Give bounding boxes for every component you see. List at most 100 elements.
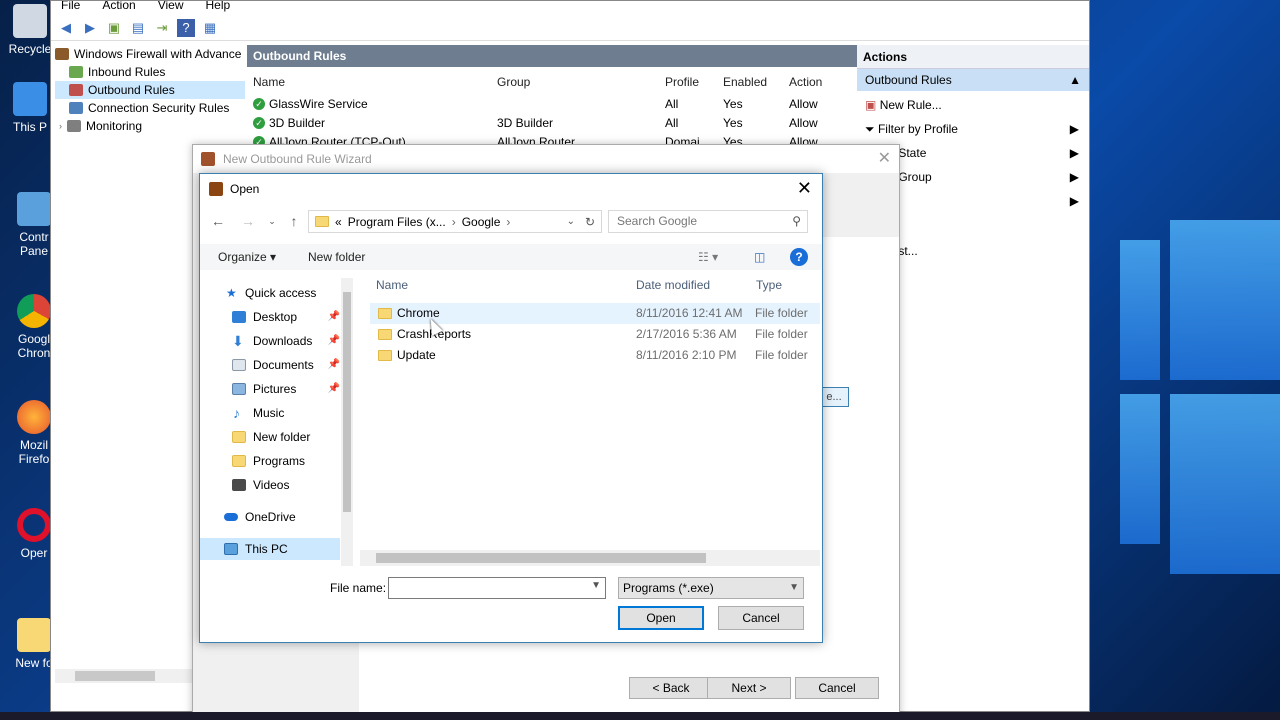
firewall-icon xyxy=(55,48,69,60)
table-row[interactable]: ✓ 3D Builder 3D Builder All Yes Allow xyxy=(247,113,851,132)
nav-item-documents[interactable]: Documents 📌 xyxy=(200,354,340,376)
column-name[interactable]: Name xyxy=(247,71,497,93)
back-arrow-icon[interactable]: ← xyxy=(210,213,226,229)
up-arrow-icon[interactable]: ↑ xyxy=(286,213,302,229)
wizard-title-bar: New Outbound Rule Wizard ✕ xyxy=(193,145,899,173)
list-item[interactable]: Update 8/11/2016 2:10 PM File folder xyxy=(370,345,820,366)
pin-icon: 📌 xyxy=(327,383,340,394)
address-bar[interactable]: « Program Files (x... › Google › ⌄ ↻ xyxy=(308,210,602,233)
chevron-right-icon: › xyxy=(506,214,511,229)
address-dropdown-icon[interactable]: ⌄ xyxy=(567,216,575,227)
breadcrumb-segment[interactable]: Google xyxy=(462,215,501,229)
menu-file[interactable]: File xyxy=(61,1,80,13)
actions-section-outbound[interactable]: Outbound Rules ▲ xyxy=(857,69,1089,91)
nav-item-videos[interactable]: Videos xyxy=(200,474,340,496)
folder-icon xyxy=(378,329,392,340)
export-icon[interactable]: ⇥ xyxy=(153,19,171,37)
menu-view[interactable]: View xyxy=(158,1,184,13)
folder-icon xyxy=(378,350,392,361)
outbound-rules-icon xyxy=(69,84,83,96)
forward-arrow-icon[interactable]: ▶ xyxy=(81,19,99,37)
properties-icon[interactable]: ▦ xyxy=(201,19,219,37)
collapse-arrow-icon[interactable]: ▲ xyxy=(1069,69,1081,91)
column-profile[interactable]: Profile xyxy=(665,71,723,93)
nav-vertical-scrollbar[interactable] xyxy=(341,278,353,566)
menu-help[interactable]: Help xyxy=(206,1,231,13)
enabled-check-icon: ✓ xyxy=(253,116,265,129)
connection-security-icon xyxy=(69,102,83,114)
recycle-bin-icon xyxy=(13,4,47,38)
column-enabled[interactable]: Enabled xyxy=(723,71,789,93)
nav-item-programs[interactable]: Programs xyxy=(200,450,340,472)
filter-icon: ⏷ xyxy=(865,122,875,136)
open-button[interactable]: Open xyxy=(618,606,704,630)
file-type-select[interactable]: Programs (*.exe) ▼ xyxy=(618,577,804,599)
file-name-input[interactable]: ▼ xyxy=(388,577,606,599)
nav-item-downloads[interactable]: ⬇ Downloads 📌 xyxy=(200,330,340,352)
back-arrow-icon[interactable]: ◀ xyxy=(57,19,75,37)
column-type[interactable]: Type xyxy=(756,274,782,296)
forward-arrow-icon[interactable]: → xyxy=(240,213,256,229)
action-new-rule[interactable]: ▣ New Rule... xyxy=(857,93,1089,117)
column-date-modified[interactable]: Date modified xyxy=(636,274,710,296)
nav-item-onedrive[interactable]: OneDrive xyxy=(200,506,340,528)
videos-icon xyxy=(232,479,246,491)
monitoring-icon xyxy=(67,120,81,132)
documents-icon xyxy=(232,359,246,371)
nav-item-quick-access[interactable]: ★ Quick access xyxy=(200,282,340,304)
menu-action[interactable]: Action xyxy=(102,1,135,13)
tree-item-inbound-rules[interactable]: Inbound Rules xyxy=(55,63,245,81)
column-group[interactable]: Group xyxy=(497,71,665,93)
pictures-icon xyxy=(232,383,246,395)
action-filter-by-profile[interactable]: ⏷ Filter by Profile ▶ xyxy=(857,117,1089,141)
recent-locations-chevron-icon[interactable]: ⌄ xyxy=(264,213,280,229)
open-dialog-title-bar: Open ✕ xyxy=(200,174,822,204)
chrome-icon xyxy=(17,294,51,328)
wizard-icon xyxy=(201,152,215,166)
folder-icon xyxy=(378,308,392,319)
browse-button[interactable]: e... xyxy=(819,387,849,407)
download-icon: ⬇ xyxy=(232,333,244,349)
nav-item-music[interactable]: ♪ Music xyxy=(200,402,340,424)
column-action[interactable]: Action xyxy=(789,71,849,93)
organize-button[interactable]: Organize ▾ xyxy=(218,244,276,270)
open-file-dialog: Open ✕ ← → ⌄ ↑ « Program Files (x... › G… xyxy=(199,173,823,643)
tree-item-outbound-rules[interactable]: Outbound Rules xyxy=(55,81,245,99)
up-folder-icon[interactable]: ▣ xyxy=(105,19,123,37)
help-icon[interactable]: ? xyxy=(177,18,195,37)
dialog-icon xyxy=(209,182,223,196)
new-folder-button[interactable]: New folder xyxy=(308,244,365,270)
control-panel-icon xyxy=(17,192,51,226)
taskbar xyxy=(0,712,1280,720)
expand-chevron-icon[interactable]: › xyxy=(59,121,62,131)
close-icon[interactable]: ✕ xyxy=(797,174,812,202)
nav-item-new-folder[interactable]: New folder xyxy=(200,426,340,448)
help-icon[interactable]: ? xyxy=(790,248,808,266)
wizard-cancel-button[interactable]: Cancel xyxy=(795,677,879,699)
chevron-down-icon[interactable]: ▼ xyxy=(591,580,601,591)
nav-item-desktop[interactable]: Desktop 📌 xyxy=(200,306,340,328)
view-options-icon[interactable]: ☷ ▾ xyxy=(698,244,718,270)
search-input[interactable]: Search Google ⚲ xyxy=(608,210,808,233)
back-button[interactable]: < Back xyxy=(629,677,713,699)
tree-root[interactable]: Windows Firewall with Advance xyxy=(55,45,245,63)
next-button[interactable]: Next > xyxy=(707,677,791,699)
file-list-horizontal-scrollbar[interactable] xyxy=(360,550,820,566)
this-pc-icon xyxy=(13,82,47,116)
close-icon[interactable]: ✕ xyxy=(878,145,891,173)
column-name[interactable]: Name xyxy=(376,274,408,296)
folder-icon xyxy=(315,216,329,227)
breadcrumb-segment[interactable]: Program Files (x... xyxy=(348,215,446,229)
preview-pane-icon[interactable]: ◫ xyxy=(754,244,765,270)
show-hide-tree-icon[interactable]: ▤ xyxy=(129,19,147,37)
table-row[interactable]: ✓ GlassWire Service All Yes Allow xyxy=(247,94,851,113)
opera-icon xyxy=(17,508,51,542)
nav-item-pictures[interactable]: Pictures 📌 xyxy=(200,378,340,400)
nav-item-this-pc[interactable]: This PC xyxy=(200,538,340,560)
firefox-icon xyxy=(17,400,51,434)
cancel-button[interactable]: Cancel xyxy=(718,606,804,630)
tree-item-monitoring[interactable]: › Monitoring xyxy=(55,117,245,135)
refresh-icon[interactable]: ↻ xyxy=(585,215,595,229)
tree-item-connection-security[interactable]: Connection Security Rules xyxy=(55,99,245,117)
submenu-arrow-icon: ▶ xyxy=(1069,146,1079,160)
